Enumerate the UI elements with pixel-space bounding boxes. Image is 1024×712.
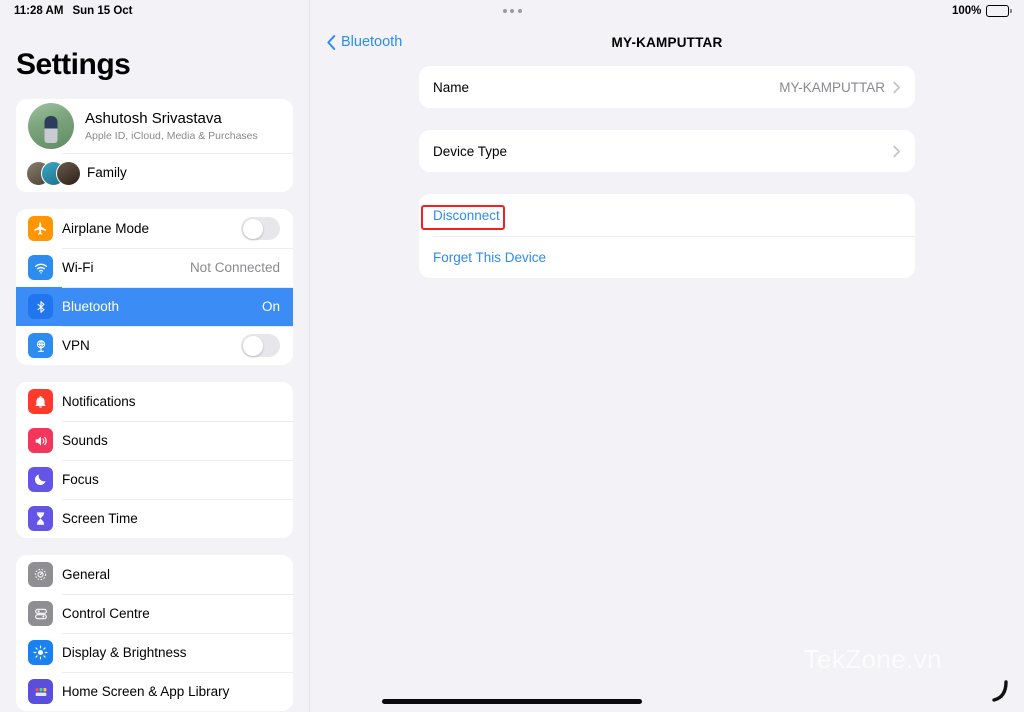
bluetooth-status-value: On <box>261 299 280 314</box>
sidebar-item-general[interactable]: General <box>16 555 293 594</box>
sidebar-label: Focus <box>62 472 99 487</box>
airplane-mode-toggle[interactable] <box>241 217 280 240</box>
general-group: General Control Centre Display & Brightn… <box>16 555 293 711</box>
moon-icon <box>28 467 53 492</box>
chevron-right-icon <box>893 81 901 94</box>
family-avatars <box>26 158 82 188</box>
speaker-icon <box>28 428 53 453</box>
sidebar-item-wifi[interactable]: Wi-Fi Not Connected <box>16 248 293 287</box>
sidebar-item-vpn[interactable]: VPN <box>16 326 293 365</box>
bluetooth-icon <box>28 294 53 319</box>
sidebar-label: Airplane Mode <box>62 221 150 236</box>
hourglass-icon <box>28 506 53 531</box>
name-value: MY-KAMPUTTAR <box>779 79 885 95</box>
vpn-globe-icon <box>28 333 53 358</box>
sidebar-item-notifications[interactable]: Notifications <box>16 382 293 421</box>
sidebar-item-bluetooth[interactable]: Bluetooth On <box>16 287 293 326</box>
watermark: TekZone.vn <box>803 644 942 674</box>
sidebar-label: Home Screen & App Library <box>62 684 230 699</box>
bluetooth-device-detail-panel: Bluetooth MY-KAMPUTTAR Name MY-KAMPUTTAR… <box>310 0 1024 712</box>
connectivity-group: Airplane Mode Wi-Fi Not Connected Blueto… <box>16 209 293 365</box>
name-label: Name <box>433 79 470 95</box>
sidebar-item-control-centre[interactable]: Control Centre <box>16 594 293 633</box>
navigation-bar: Bluetooth MY-KAMPUTTAR <box>310 22 1024 62</box>
name-row[interactable]: Name MY-KAMPUTTAR <box>419 66 915 108</box>
sidebar-item-focus[interactable]: Focus <box>16 460 293 499</box>
gear-icon <box>28 562 53 587</box>
name-group: Name MY-KAMPUTTAR <box>419 66 915 108</box>
device-type-row[interactable]: Device Type <box>419 130 915 172</box>
sidebar-label: VPN <box>62 338 90 353</box>
battery-percent-label: 100% <box>951 5 982 17</box>
user-avatar <box>28 103 74 149</box>
chevron-right-icon <box>893 145 901 158</box>
status-bar: 11:28 AM Sun 15 Oct 100% <box>0 0 1024 22</box>
sidebar-label: Notifications <box>62 394 136 409</box>
forget-device-label: Forget This Device <box>433 249 547 265</box>
device-type-label: Device Type <box>433 143 508 159</box>
status-bar-right: 100% <box>952 5 1012 17</box>
brightness-icon <box>28 640 53 665</box>
sidebar-label: Control Centre <box>62 606 150 621</box>
sidebar-item-airplane-mode[interactable]: Airplane Mode <box>16 209 293 248</box>
wifi-status-value: Not Connected <box>189 260 280 275</box>
account-name: Ashutosh Srivastava <box>85 109 222 127</box>
account-subtitle: Apple ID, iCloud, Media & Purchases <box>85 130 258 143</box>
control-centre-icon <box>28 601 53 626</box>
status-bar-center <box>0 9 1024 13</box>
sidebar-label: Display & Brightness <box>62 645 187 660</box>
home-indicator[interactable] <box>382 699 642 704</box>
home-screen-icon <box>28 679 53 704</box>
account-group: Ashutosh Srivastava Apple ID, iCloud, Me… <box>16 99 293 192</box>
sidebar-label: Wi-Fi <box>62 260 94 275</box>
sidebar-label: General <box>62 567 111 582</box>
notifications-group: Notifications Sounds Focus Screen Time <box>16 382 293 538</box>
sidebar-label: Bluetooth <box>62 299 120 314</box>
sidebar-item-screen-time[interactable]: Screen Time <box>16 499 293 538</box>
sidebar-item-sounds[interactable]: Sounds <box>16 421 293 460</box>
wifi-icon <box>28 255 53 280</box>
disconnect-label: Disconnect <box>433 207 500 223</box>
vpn-toggle[interactable] <box>241 334 280 357</box>
corner-curve-decoration <box>986 680 1008 702</box>
bell-icon <box>28 389 53 414</box>
sidebar-label: Sounds <box>62 433 108 448</box>
ipad-settings-screen: 11:28 AM Sun 15 Oct 100% Settings Ashuto… <box>0 0 1024 712</box>
sidebar-item-home-screen[interactable]: Home Screen & App Library <box>16 672 293 711</box>
multitask-dots-icon[interactable] <box>502 9 522 13</box>
forget-device-button[interactable]: Forget This Device <box>419 236 915 278</box>
apple-id-row[interactable]: Ashutosh Srivastava Apple ID, iCloud, Me… <box>16 99 293 153</box>
actions-group: Disconnect Forget This Device <box>419 194 915 278</box>
disconnect-button[interactable]: Disconnect <box>419 194 915 236</box>
page-title: Settings <box>16 48 131 81</box>
battery-full-icon <box>986 5 1012 17</box>
device-title: MY-KAMPUTTAR <box>611 34 723 50</box>
sidebar-label: Screen Time <box>62 511 138 526</box>
sidebar-item-display-brightness[interactable]: Display & Brightness <box>16 633 293 672</box>
family-label: Family <box>87 165 127 180</box>
device-type-group: Device Type <box>419 130 915 172</box>
family-row[interactable]: Family <box>16 153 293 192</box>
settings-sidebar: Settings Ashutosh Srivastava Apple ID, i… <box>0 0 310 712</box>
airplane-icon <box>28 216 53 241</box>
